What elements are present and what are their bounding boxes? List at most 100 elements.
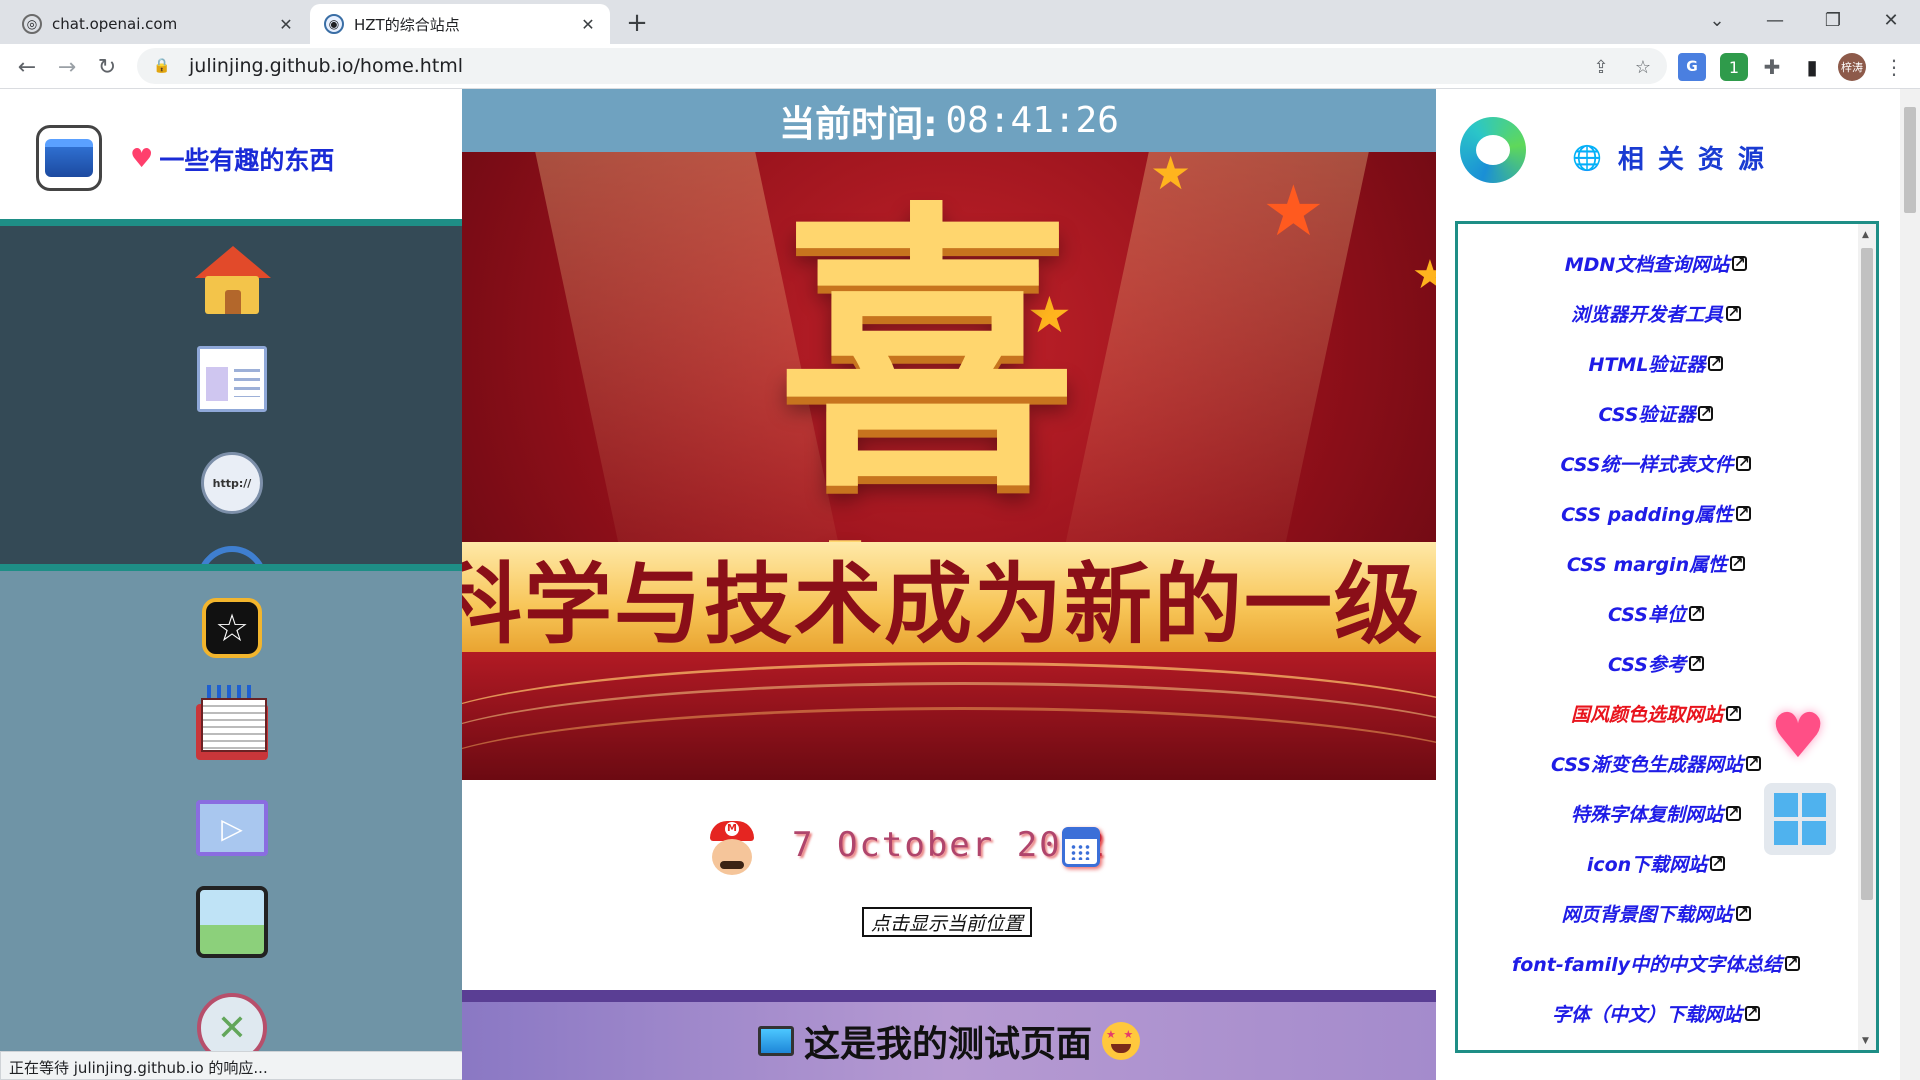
- external-link-icon: ↗: [1688, 655, 1704, 671]
- share-icon[interactable]: ⇪: [1588, 54, 1614, 80]
- video-icon[interactable]: ▷: [193, 789, 271, 867]
- shield-extension-icon[interactable]: 1: [1720, 53, 1748, 81]
- resource-link[interactable]: 网页背景图下载网站 ↗: [1458, 888, 1854, 938]
- banner-bottom: [462, 652, 1436, 780]
- brand-title-text: 一些有趣的东西: [159, 146, 335, 175]
- nav-panel-top: http://: [0, 219, 462, 571]
- show-location-button[interactable]: 点击显示当前位置: [862, 907, 1033, 937]
- resource-link[interactable]: font-family中的中文字体总结 ↗: [1458, 938, 1854, 988]
- external-link-icon: ↗: [1710, 855, 1726, 871]
- minimize-icon[interactable]: —: [1752, 4, 1798, 36]
- resource-link[interactable]: CSS参考 ↗: [1458, 638, 1854, 688]
- reload-icon[interactable]: ↻: [90, 50, 124, 84]
- translate-extension-icon[interactable]: G: [1678, 53, 1706, 81]
- resource-link-label[interactable]: 浏览器开发者工具: [1571, 300, 1723, 327]
- resource-link-label[interactable]: CSS渐变色生成器网站: [1551, 750, 1743, 777]
- http-link-icon[interactable]: http://: [193, 444, 271, 522]
- gallery-icon[interactable]: [193, 880, 280, 961]
- resource-link-label[interactable]: font-family中的中文字体总结: [1512, 950, 1782, 977]
- webpage-icon[interactable]: [193, 340, 271, 418]
- resource-link-label[interactable]: CSS参考: [1608, 650, 1686, 677]
- resource-link-label[interactable]: icon下载网站: [1587, 850, 1707, 877]
- close-tab-icon[interactable]: ✕: [578, 14, 598, 34]
- status-bar: 正在等待 julinjing.github.io 的响应...: [0, 1051, 466, 1080]
- resource-link-label[interactable]: 字体（中文）下载网站: [1552, 1000, 1742, 1027]
- http-label: http://: [201, 452, 263, 514]
- resource-link[interactable]: 字体（中文）下载网站 ↗: [1458, 988, 1854, 1038]
- external-link-icon: ↗: [1745, 1005, 1760, 1021]
- date-row: 7 October 2022: [462, 813, 1436, 883]
- lock-icon[interactable]: 🔒: [153, 58, 175, 74]
- external-link-icon: ↗: [1726, 305, 1741, 321]
- nav-panel-bottom: ☆ ▷ ✕: [0, 571, 462, 1080]
- back-arrow-icon[interactable]: ←: [10, 50, 44, 84]
- resources-sidebar: 🌐 相关资源 MDN文档查询网站 ↗ 浏览器开发者工具 ↗ HTML验证器 ↗ CSS验证器…: [1436, 89, 1900, 1080]
- page-scrollbar[interactable]: [1900, 89, 1920, 1080]
- new-tab-button[interactable]: +: [620, 6, 654, 40]
- browser-menu-icon[interactable]: ⋮: [1880, 53, 1908, 81]
- mario-icon: [706, 821, 758, 877]
- resource-link-label[interactable]: CSS padding属性: [1561, 500, 1733, 527]
- resource-link[interactable]: MDN文档查询网站 ↗: [1458, 238, 1854, 288]
- resource-link[interactable]: CSS margin属性 ↗: [1458, 538, 1854, 588]
- book-icon[interactable]: [193, 685, 271, 763]
- forward-arrow-icon[interactable]: →: [50, 50, 84, 84]
- resource-link[interactable]: CSS验证器 ↗: [1458, 388, 1854, 438]
- extensions-puzzle-icon[interactable]: ✚: [1758, 53, 1786, 81]
- address-bar[interactable]: 🔒 julinjing.github.io/home.html: [137, 48, 1667, 84]
- resource-link[interactable]: HTML验证器 ↗: [1458, 338, 1854, 388]
- resource-link[interactable]: CSS统一样式表文件 ↗: [1458, 438, 1854, 488]
- brand-header: ♥ 一些有趣的东西: [0, 89, 462, 219]
- celebration-banner: ★ ★ ★ ★ 喜报 科学与技术成为新的一级: [462, 152, 1436, 780]
- tab-search-icon[interactable]: ⌄: [1694, 4, 1740, 36]
- scroll-down-icon[interactable]: ▼: [1862, 1036, 1869, 1046]
- windows-icon: [1764, 783, 1836, 855]
- side-panel-icon[interactable]: ▮: [1798, 53, 1826, 81]
- refresh-icon[interactable]: [182, 531, 282, 564]
- computer-icon: [757, 1026, 794, 1056]
- tab-hzt-site[interactable]: ◉ HZT的综合站点 ✕: [310, 4, 610, 44]
- left-sidebar: ♥ 一些有趣的东西 http:// ☆ ▷ ✕ 正在等待 julinjing.g…: [0, 89, 466, 1080]
- resource-link[interactable]: CSS单位 ↗: [1458, 588, 1854, 638]
- resource-link-label[interactable]: CSS margin属性: [1567, 550, 1727, 577]
- banner-strip: 科学与技术成为新的一级: [462, 542, 1436, 652]
- home-icon[interactable]: [193, 242, 271, 320]
- external-link-icon: ↗: [1745, 755, 1761, 771]
- external-link-icon: ↗: [1726, 805, 1741, 821]
- globe-icon: 🌐: [1572, 143, 1602, 172]
- resources-list-box: MDN文档查询网站 ↗ 浏览器开发者工具 ↗ HTML验证器 ↗ CSS验证器 ↗ CSS统一样…: [1455, 221, 1879, 1053]
- external-link-icon: ↗: [1735, 905, 1751, 921]
- resource-link-label[interactable]: CSS验证器: [1599, 400, 1696, 427]
- extension-badge: 1: [1728, 57, 1740, 77]
- resource-link-label[interactable]: CSS统一样式表文件: [1561, 450, 1734, 477]
- resource-link-label[interactable]: HTML验证器: [1589, 350, 1706, 377]
- tab-chat-openai[interactable]: ◎ chat.openai.com ✕: [8, 4, 308, 44]
- external-link-icon: ↗: [1735, 505, 1751, 521]
- folder-icon: [36, 125, 102, 191]
- profile-avatar[interactable]: 梓涛: [1838, 53, 1866, 81]
- scroll-up-icon[interactable]: ▲: [1862, 230, 1869, 240]
- resource-link[interactable]: 浏览器开发者工具 ↗: [1458, 288, 1854, 338]
- heart-icon: ♥: [1770, 698, 1826, 772]
- external-link-icon: ↗: [1730, 555, 1746, 571]
- star-icon[interactable]: ☆: [193, 589, 271, 667]
- bookmark-star-icon[interactable]: ☆: [1630, 54, 1656, 80]
- page-scrollbar-thumb[interactable]: [1904, 107, 1916, 213]
- address-text[interactable]: julinjing.github.io/home.html: [189, 55, 463, 77]
- resource-link-label[interactable]: MDN文档查询网站: [1565, 250, 1730, 277]
- restore-icon[interactable]: ❐: [1810, 4, 1856, 36]
- resource-link-label[interactable]: CSS单位: [1608, 600, 1686, 627]
- external-link-icon: ↗: [1732, 255, 1748, 271]
- star-decoration-icon: ★: [1412, 252, 1436, 298]
- close-tab-icon[interactable]: ✕: [276, 14, 296, 34]
- resources-title: 🌐 相关资源: [1572, 139, 1778, 176]
- resource-link-label[interactable]: 特殊字体复制网站: [1571, 800, 1723, 827]
- resource-link-label[interactable]: 网页背景图下载网站: [1561, 900, 1732, 927]
- scrollbar-thumb[interactable]: [1861, 248, 1873, 900]
- list-scrollbar[interactable]: ▲ ▼: [1858, 224, 1876, 1050]
- close-window-icon[interactable]: ✕: [1868, 4, 1914, 36]
- clock-time: 08:41:26: [945, 100, 1119, 141]
- resource-link-label[interactable]: 国风颜色选取网站: [1571, 700, 1723, 727]
- external-link-icon: ↗: [1785, 955, 1801, 971]
- resource-link[interactable]: CSS padding属性 ↗: [1458, 488, 1854, 538]
